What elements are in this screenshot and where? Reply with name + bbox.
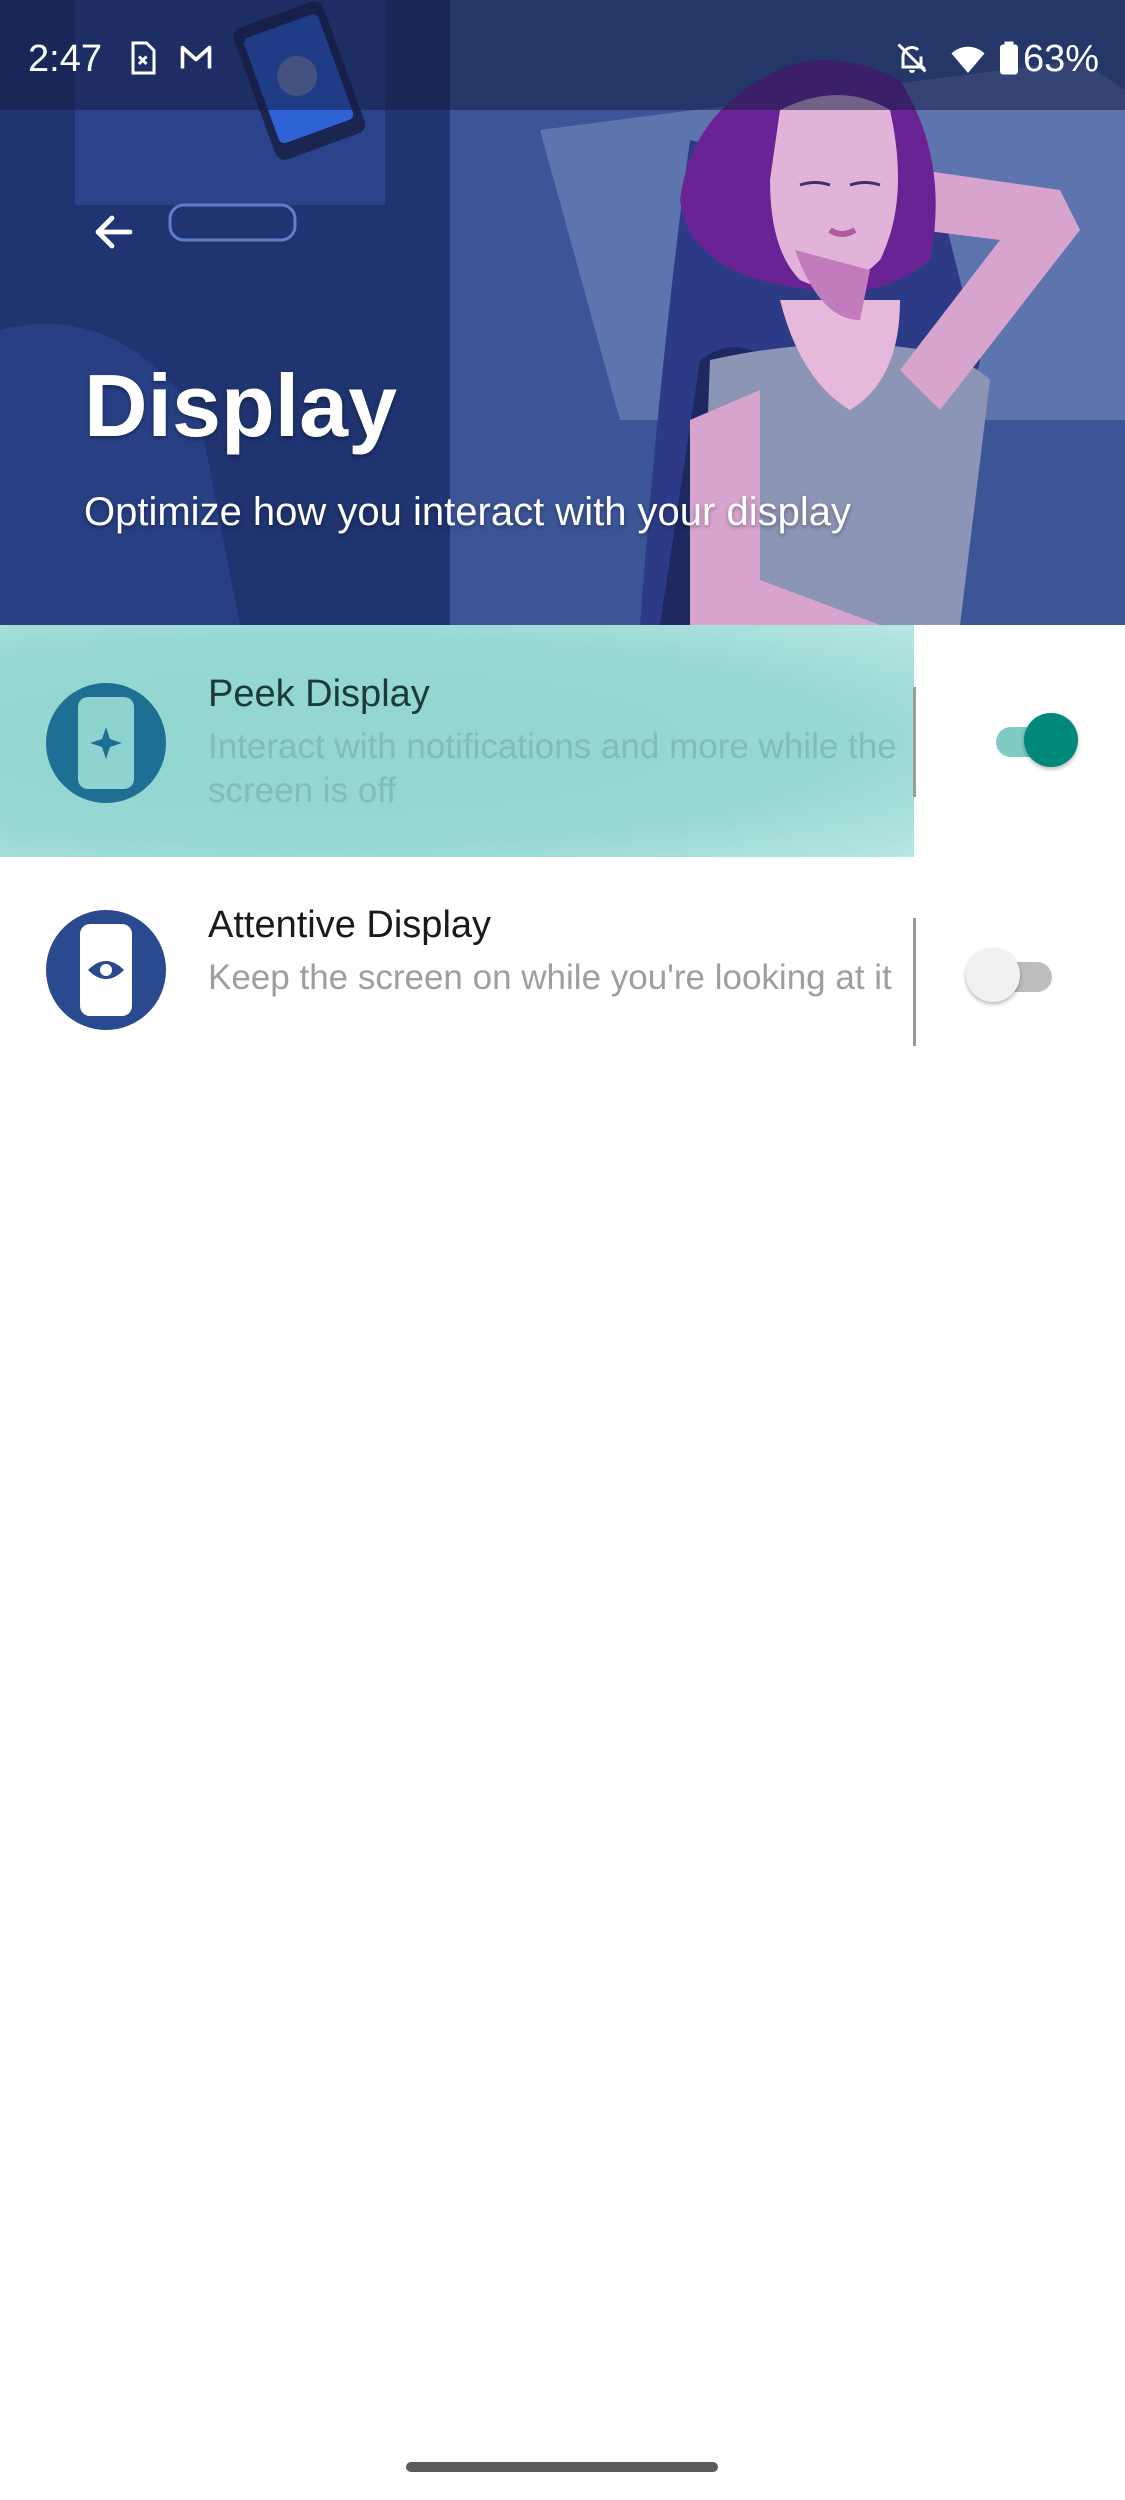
setting-row-attentive-display[interactable]: Attentive Display Keep the screen on whi… — [0, 856, 1125, 1088]
row-divider — [913, 918, 916, 1046]
home-gesture-bar[interactable] — [406, 2462, 718, 2472]
gmail-icon — [180, 45, 212, 69]
setting-description: Interact with notifications and more whi… — [208, 727, 897, 810]
status-bar: 2:47 63% — [0, 0, 1125, 110]
peek-display-toggle[interactable] — [986, 713, 1082, 769]
page-subtitle: Optimize how you interact with your disp… — [84, 490, 851, 534]
back-button[interactable] — [72, 190, 156, 274]
setting-row-peek-display[interactable]: Peek Display Interact with notifications… — [0, 625, 1125, 857]
header-banner: 2:47 63% Display Optimize how you intera… — [0, 0, 1125, 625]
peek-display-icon — [46, 683, 166, 803]
setting-description: Keep the screen on while you're looking … — [208, 958, 892, 997]
attentive-display-icon — [46, 910, 166, 1030]
notifications-off-icon — [897, 43, 927, 73]
row-divider — [913, 687, 916, 797]
battery-icon — [1000, 41, 1018, 75]
status-time: 2:47 — [28, 38, 102, 80]
setting-title: Peek Display — [208, 673, 430, 715]
setting-title: Attentive Display — [208, 904, 492, 946]
sim-error-icon — [131, 41, 156, 75]
attentive-display-toggle[interactable] — [966, 948, 1062, 1004]
wifi-icon — [951, 46, 985, 73]
page-title: Display — [84, 356, 398, 455]
back-arrow-icon — [95, 215, 133, 249]
battery-percentage: 63% — [1022, 38, 1099, 80]
